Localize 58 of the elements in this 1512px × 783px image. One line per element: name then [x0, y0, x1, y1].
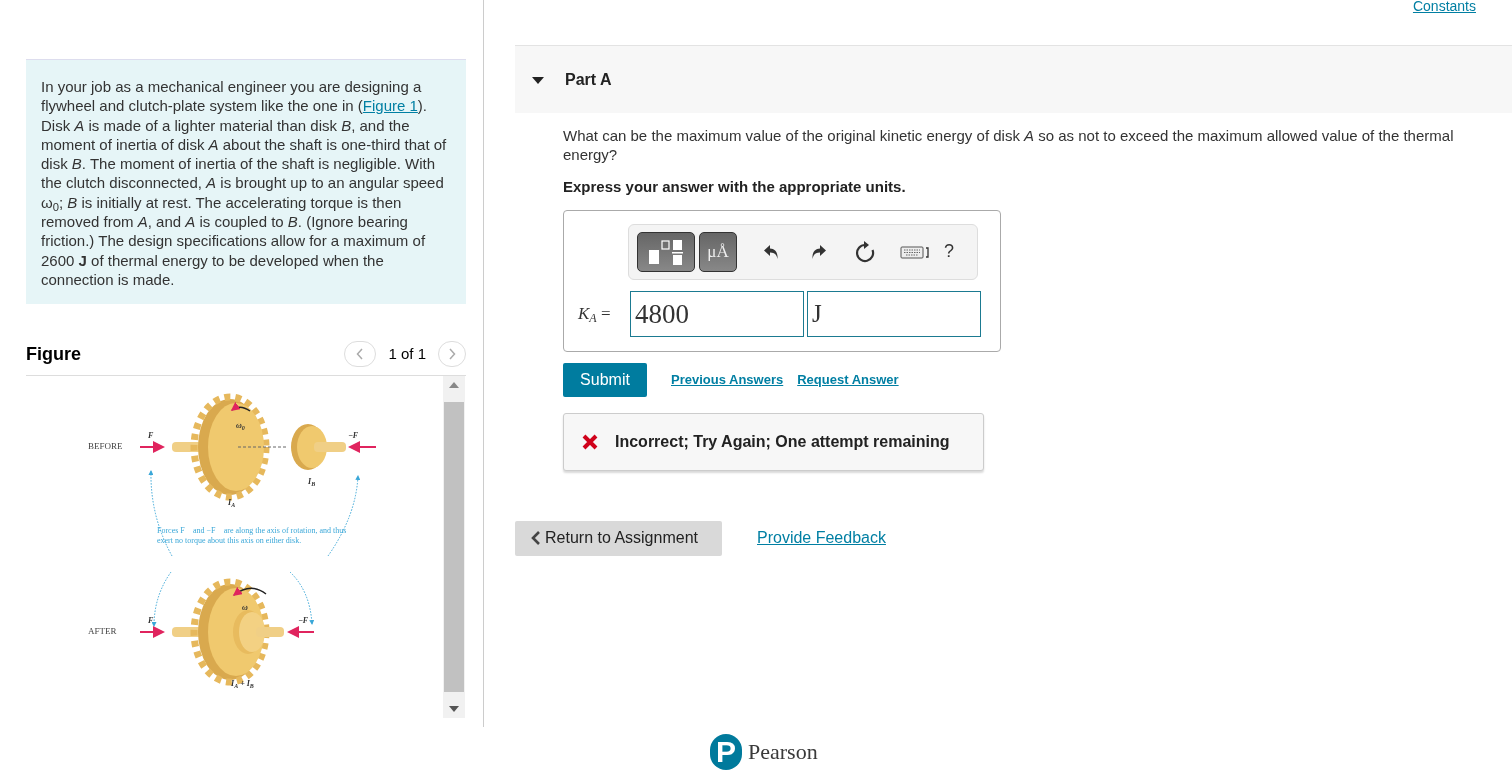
symbol-label: I$_{A}$	[228, 497, 236, 510]
keyboard-icon	[900, 244, 930, 259]
force-label: F⃗	[148, 615, 160, 628]
figure-link[interactable]: Figure 1	[362, 97, 418, 115]
symbol-label: I$_{B}$	[308, 476, 316, 489]
undo-icon	[763, 242, 781, 261]
symbol-label: I$_{A}$ + I$_{B}$	[231, 678, 254, 691]
units-button[interactable]: μÅ	[699, 231, 737, 272]
curved-arrow	[151, 571, 172, 628]
force-label: −F⃗	[348, 430, 365, 443]
help-button[interactable]: ?	[939, 238, 959, 265]
question-text: What can be the maximum value of the original kinetic energy of disk A so as not to exceed the maximum allowed value of the thermal energy?	[563, 126, 1455, 164]
force-arrow	[287, 626, 315, 639]
part-title: Part A	[565, 69, 612, 90]
figure-caption: Forces F⃗ and −F⃗ are along the axis of rotation, and thus exert no torque about this axis on either disk.	[157, 526, 348, 547]
force-arrow	[139, 626, 165, 639]
chevron-left-icon	[531, 531, 541, 545]
stage-label: BEFORE	[88, 440, 123, 454]
submit-button[interactable]: Submit	[563, 362, 647, 397]
feedback-text: Incorrect; Try Again; One attempt remaining	[615, 431, 950, 452]
curved-arrow	[289, 571, 315, 626]
redo-icon	[809, 242, 827, 261]
symbol-label: ω	[242, 602, 248, 615]
part-header[interactable]: Part A	[515, 45, 1512, 113]
rotation-arrow	[230, 402, 251, 412]
problem-text: In your job as a mechanical engineer you are designing a flywheel and clutch-plate system like the one in (Figure 1). Disk A is made of a lighter material than disk B, and the moment of inertia of disk A about the shaft is one-third that of disk B. The moment of inertia of the shaft is negligible. With the clutch disconnected, A is brought up to an angular speed ω$_{0}$; B is initially at rest. The accelerating torque is then removed from A, and A is coupled to B. (Ignore bearing friction.) The design specifications allow for a maximum of 2600 J of thermal energy to be developed when the connection is made.	[26, 59, 466, 305]
figure-title: Figure	[26, 342, 81, 366]
symbol-label: ω$_{0}$	[236, 420, 245, 433]
chevron-left-icon	[356, 348, 365, 361]
force-arrow	[139, 441, 165, 454]
reset-button[interactable]	[853, 239, 877, 264]
instruction-text: Express your answer with the appropriate units.	[563, 177, 907, 197]
feedback-link[interactable]: Provide Feedback	[757, 526, 886, 550]
scroll-up-icon[interactable]	[449, 382, 459, 389]
stage-label: AFTER	[88, 625, 117, 639]
force-label: −F⃗	[298, 615, 315, 628]
force-arrow	[348, 441, 377, 454]
constants-link[interactable]: Constants	[1412, 0, 1476, 17]
previous-answers-link[interactable]: Previous Answers	[671, 369, 784, 390]
scrollbar[interactable]	[443, 376, 465, 719]
chevron-right-icon	[448, 348, 456, 361]
page-counter: 1 of 1	[388, 344, 426, 364]
templates-icon	[646, 237, 686, 266]
logo-text: Pearson	[748, 738, 818, 766]
logo-icon: P	[710, 733, 742, 770]
answer-label: K$_{A}$ =	[578, 302, 612, 327]
cross-icon	[582, 433, 598, 450]
request-answer-link[interactable]: Request Answer	[797, 369, 899, 390]
templates-button[interactable]	[637, 231, 695, 272]
reset-icon	[854, 240, 876, 263]
scroll-down-icon[interactable]	[449, 706, 459, 713]
answer-field[interactable]: 4800	[630, 290, 804, 337]
force-label: F⃗	[148, 430, 160, 443]
return-button[interactable]: Return to Assignment	[515, 520, 722, 556]
unit-field[interactable]: J	[807, 290, 981, 337]
disk-drawing	[291, 424, 346, 471]
rotation-arrow	[232, 587, 267, 597]
axis-line	[237, 446, 289, 448]
